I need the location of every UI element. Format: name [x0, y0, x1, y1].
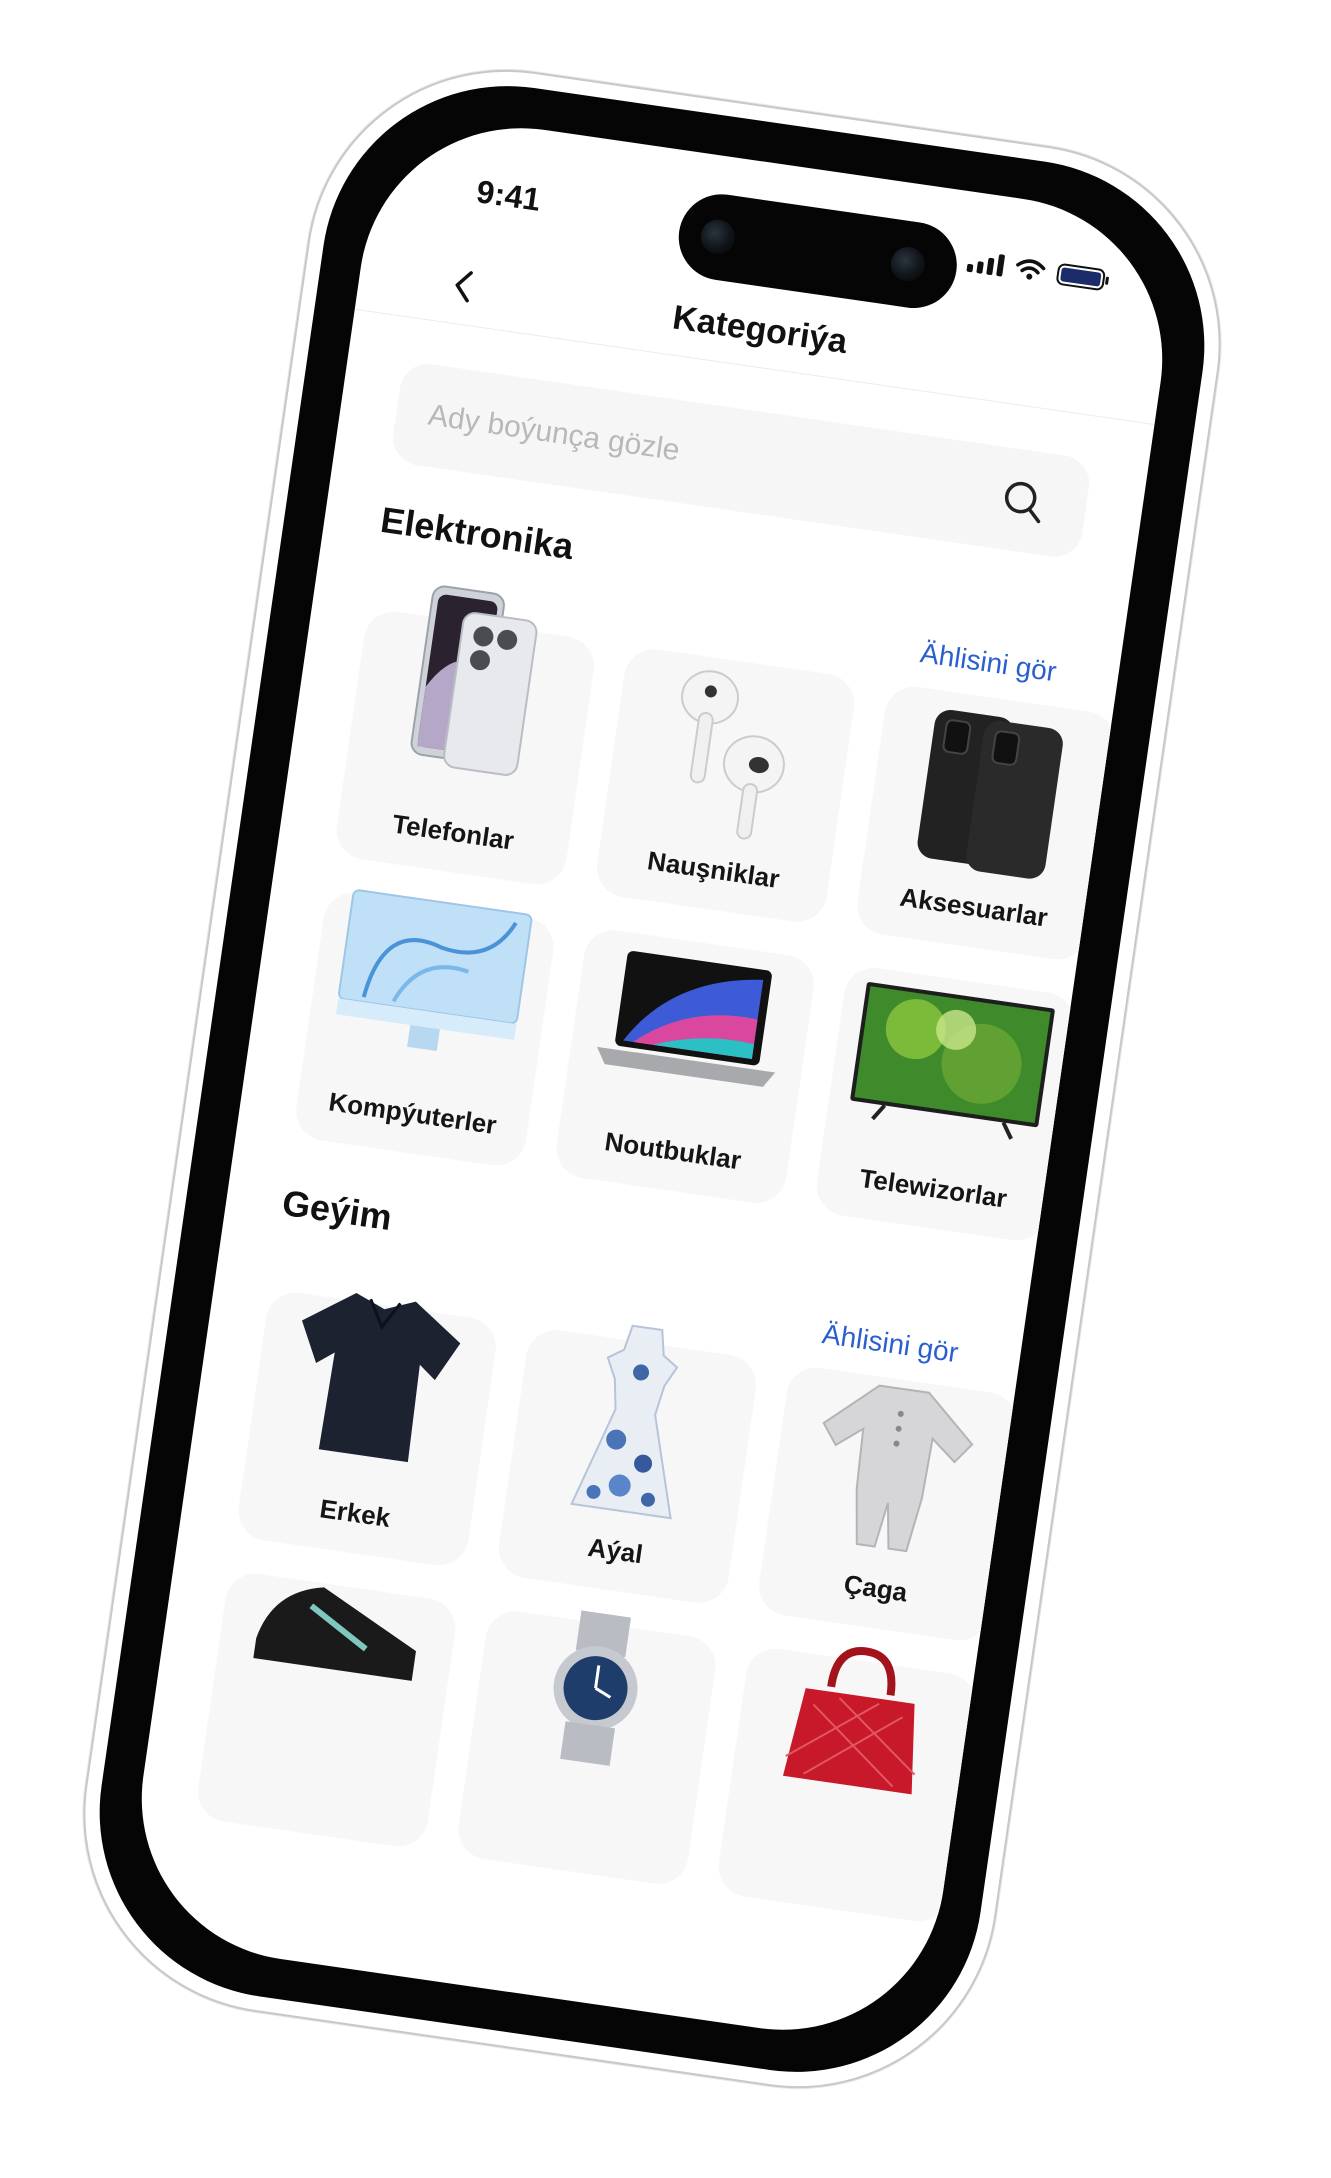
wristwatch-image [553, 1610, 638, 1766]
section-title-clothing: Geýim [279, 1181, 395, 1239]
see-all-clothing-link[interactable]: Ählisini gör [820, 1318, 960, 1369]
category-card-phones[interactable]: Telefonlar [332, 585, 598, 889]
category-card-tvs[interactable]: Telewizorlar [812, 963, 1079, 1245]
category-label [458, 1831, 688, 1864]
category-label: Nauşniklar [645, 845, 782, 894]
battery-icon [1055, 262, 1107, 292]
television-image [850, 982, 1055, 1140]
category-card-women[interactable]: Aýal [494, 1324, 761, 1607]
category-label [718, 1868, 948, 1901]
section-title-electronics: Elektronika [378, 498, 577, 568]
sensor-icon [888, 244, 928, 284]
clothing-grid: Erkek Aýal Çaga [194, 1288, 1021, 1926]
category-label: Telefonlar [390, 808, 516, 856]
category-label: Aýal [586, 1531, 645, 1570]
cellular-signal-icon [966, 250, 1006, 277]
category-card-shoes[interactable] [194, 1569, 460, 1851]
camera-icon [698, 217, 738, 257]
polo-shirt-image [301, 1293, 461, 1463]
category-card-watches[interactable] [454, 1607, 720, 1888]
dress-image [570, 1324, 679, 1520]
phone-mockup: 9:41 Kategoriýa Ady boýunça gözle Elektr… [56, 43, 1248, 2115]
category-label: Telewizorlar [857, 1162, 1009, 1214]
category-label: Kompýuterler [326, 1086, 499, 1141]
laptop-image [597, 951, 776, 1087]
desktop-computer-image [336, 889, 533, 1052]
handbag-image [782, 1647, 916, 1795]
status-icons [966, 250, 1107, 292]
sneaker-image [253, 1587, 416, 1681]
baby-romper-image [822, 1384, 974, 1553]
phone-case-image [917, 709, 1063, 879]
wifi-icon [1016, 259, 1046, 280]
category-label: Aksesuarlar [897, 881, 1050, 933]
see-all-electronics-link[interactable]: Ählisini gör [918, 637, 1058, 688]
category-label: Noutbuklar [602, 1126, 744, 1176]
search-icon [1004, 481, 1041, 524]
smartphone-image [410, 585, 538, 776]
category-card-bags[interactable] [714, 1644, 980, 1926]
category-label: Erkek [317, 1493, 393, 1533]
category-card-laptops[interactable]: Noutbuklar [552, 926, 818, 1207]
phone-bezel: 9:41 Kategoriýa Ady boýunça gözle Elektr… [75, 61, 1229, 2097]
category-card-kids[interactable]: Çaga [755, 1363, 1021, 1645]
earbuds-image [681, 670, 785, 840]
category-card-men[interactable]: Erkek [234, 1288, 500, 1570]
status-time: 9:41 [474, 173, 543, 218]
electronics-grid: Telefonlar Nauşniklar Aksesuarlar Kompýu… [292, 585, 1119, 1245]
category-card-earbuds[interactable]: Nauşniklar [592, 645, 859, 926]
category-card-computers[interactable]: Kompýuterler [292, 888, 558, 1170]
category-card-accessories[interactable]: Aksesuarlar [853, 682, 1119, 964]
category-label [197, 1793, 427, 1826]
app-screen: 9:41 Kategoriýa Ady boýunça gözle Elektr… [120, 106, 1184, 2052]
search-button[interactable] [997, 475, 1049, 527]
category-label: Çaga [842, 1568, 910, 1608]
